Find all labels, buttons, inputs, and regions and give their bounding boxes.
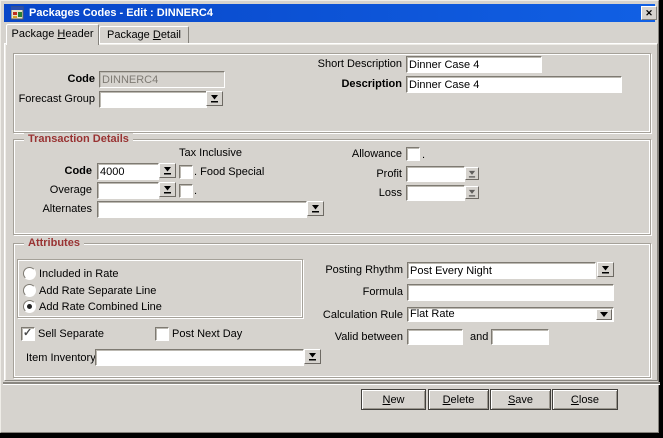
attributes-title: Attributes — [24, 237, 84, 249]
description-field[interactable] — [406, 76, 622, 93]
lov-down-arrow-icon — [163, 163, 172, 178]
code-field — [99, 71, 225, 88]
allowance-checkbox[interactable] — [406, 147, 420, 161]
transaction-code-label: Code — [40, 165, 92, 178]
allowance-dot-label: . — [422, 149, 425, 162]
lov-down-arrow-icon — [601, 262, 610, 277]
button-bar-separator — [3, 382, 660, 384]
item-inventory-label: Item Inventory — [26, 352, 92, 365]
loss-field[interactable] — [406, 185, 465, 201]
delete-button[interactable]: Delete — [428, 389, 489, 410]
close-button-bottom[interactable]: Close — [552, 389, 618, 410]
overage-checkbox[interactable] — [179, 184, 193, 198]
transaction-details-title: Transaction Details — [24, 133, 133, 145]
close-icon: ✕ — [645, 8, 653, 18]
overage-field[interactable] — [97, 182, 159, 199]
posting-rhythm-lov-button[interactable] — [597, 262, 614, 277]
allowance-label: Allowance — [332, 148, 402, 161]
item-inventory-lov-button[interactable] — [304, 349, 321, 364]
formula-label: Formula — [343, 286, 403, 299]
posting-rhythm-field[interactable] — [407, 262, 596, 279]
lov-down-arrow-icon — [163, 182, 172, 197]
post-next-day-label: Post Next Day — [172, 328, 242, 341]
short-description-label: Short Description — [292, 58, 402, 71]
lov-down-arrow-icon — [311, 201, 320, 216]
button-label-accesskey: C — [571, 394, 579, 406]
calculation-rule-dropdown-button[interactable] — [596, 309, 612, 320]
tab-package-header[interactable]: Package Header — [6, 24, 99, 45]
formula-field[interactable] — [407, 284, 614, 301]
tab-label: eader — [65, 28, 93, 40]
post-next-day-checkbox[interactable] — [155, 327, 169, 341]
sell-separate-label: Sell Separate — [38, 328, 104, 341]
forecast-group-lov-button[interactable] — [206, 91, 223, 106]
and-label: and — [470, 331, 488, 344]
button-label: ave — [515, 394, 533, 406]
alternates-field[interactable] — [97, 201, 307, 218]
add-rate-separate-line-label: Add Rate Separate Line — [39, 285, 156, 298]
transaction-code-lov-button[interactable] — [159, 163, 176, 178]
food-special-checkbox[interactable] — [179, 165, 193, 179]
sell-separate-checkbox[interactable] — [21, 327, 35, 341]
overage-lov-button[interactable] — [159, 182, 176, 197]
lov-down-arrow-icon — [468, 185, 476, 200]
item-inventory-field[interactable] — [95, 349, 304, 366]
transaction-code-field[interactable] — [97, 163, 159, 180]
profit-field[interactable] — [406, 166, 465, 182]
add-rate-combined-line-radio[interactable] — [23, 300, 36, 313]
alternates-lov-button[interactable] — [307, 201, 324, 216]
valid-from-field[interactable] — [407, 329, 463, 345]
tab-label: Package — [12, 28, 58, 40]
app-icon — [11, 6, 25, 20]
button-label: elete — [451, 394, 475, 406]
button-label: lose — [579, 394, 599, 406]
alternates-label: Alternates — [30, 203, 92, 216]
posting-rhythm-label: Posting Rhythm — [313, 264, 403, 277]
button-label: ew — [390, 394, 404, 406]
window-title: Packages Codes - Edit : DINNERC4 — [29, 7, 213, 19]
forecast-group-label: Forecast Group — [5, 93, 95, 106]
titlebar[interactable]: Packages Codes - Edit : DINNERC4 ✕ — [4, 4, 655, 22]
description-label: Description — [292, 78, 402, 91]
loss-label: Loss — [342, 187, 402, 200]
close-button[interactable]: ✕ — [641, 6, 657, 20]
lov-down-arrow-icon — [468, 166, 476, 181]
lov-down-arrow-icon — [308, 349, 317, 364]
tab-label-accesskey: D — [153, 29, 161, 41]
button-label-accesskey: D — [443, 394, 451, 406]
add-rate-combined-line-label: Add Rate Combined Line — [39, 301, 162, 314]
loss-lov-button[interactable] — [465, 186, 479, 199]
overage-label: Overage — [30, 184, 92, 197]
included-in-rate-label: Included in Rate — [39, 268, 119, 281]
short-description-field[interactable] — [406, 56, 542, 73]
application-window: Packages Codes - Edit : DINNERC4 ✕ Packa… — [0, 0, 663, 438]
included-in-rate-radio[interactable] — [23, 267, 36, 280]
valid-between-label: Valid between — [323, 331, 403, 344]
profit-label: Profit — [342, 168, 402, 181]
new-button[interactable]: New — [361, 389, 426, 410]
forecast-group-field[interactable] — [99, 91, 207, 108]
lov-down-arrow-icon — [210, 91, 219, 106]
calculation-rule-value: Flat Rate — [410, 308, 455, 320]
save-button[interactable]: Save — [490, 389, 551, 410]
tax-inclusive-label: Tax Inclusive — [179, 147, 242, 160]
profit-lov-button[interactable] — [465, 167, 479, 180]
food-special-label: . Food Special — [194, 166, 264, 179]
add-rate-separate-line-radio[interactable] — [23, 284, 36, 297]
valid-to-field[interactable] — [491, 329, 549, 345]
dropdown-arrow-icon — [600, 312, 608, 317]
calculation-rule-combobox[interactable]: Flat Rate — [407, 307, 614, 322]
overage-dot-label: . — [194, 185, 197, 198]
tab-label: etail — [161, 29, 181, 41]
tab-label: Package — [107, 29, 153, 41]
calculation-rule-label: Calculation Rule — [308, 309, 403, 322]
code-label: Code — [20, 73, 95, 86]
